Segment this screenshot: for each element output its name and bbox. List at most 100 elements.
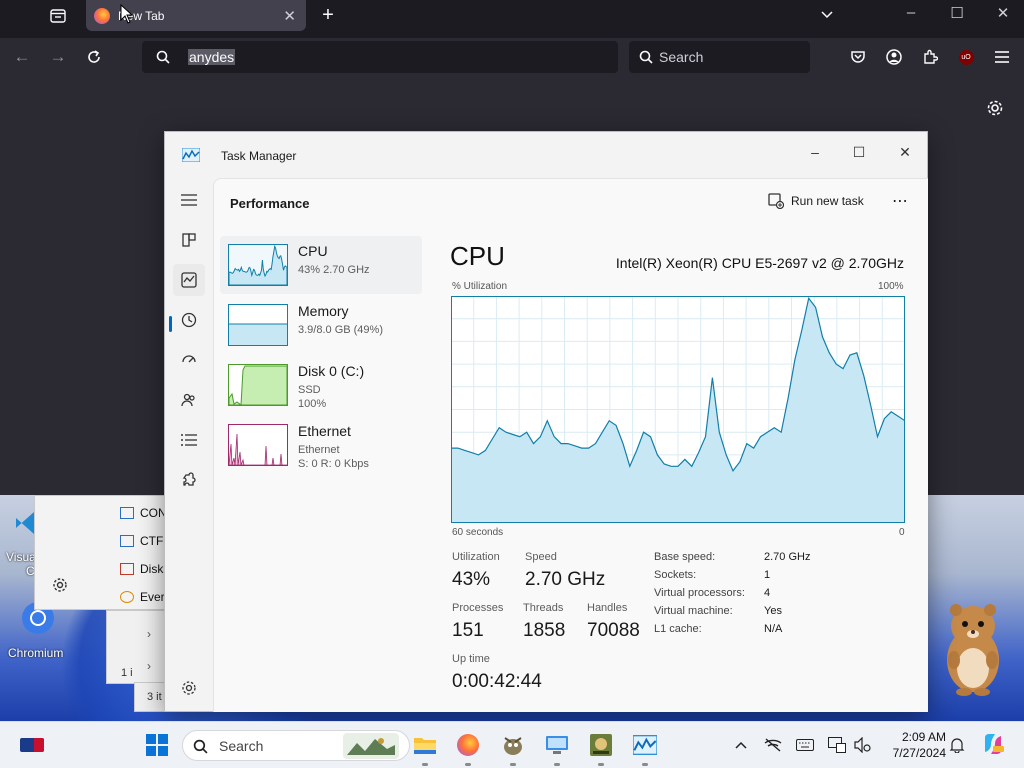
status-text: 3 it bbox=[147, 691, 162, 703]
chevron-right-icon[interactable]: › bbox=[147, 627, 151, 641]
chevron-right-icon[interactable]: › bbox=[147, 659, 151, 673]
new-tab-icon[interactable]: + bbox=[316, 4, 340, 26]
page-header: Performance Run new task ⋯ bbox=[214, 179, 928, 227]
explorer-item[interactable]: CON bbox=[120, 506, 167, 520]
extensions-icon[interactable] bbox=[918, 46, 942, 68]
address-bar-value[interactable]: anydes bbox=[188, 49, 236, 65]
close-window-icon[interactable]: ✕ bbox=[988, 4, 1018, 22]
account-icon[interactable] bbox=[882, 46, 906, 68]
settings-gear-icon[interactable] bbox=[983, 96, 1007, 120]
search-highlight-image bbox=[343, 733, 399, 759]
cpu-thumbnail-graph bbox=[228, 244, 288, 286]
selection-indicator bbox=[169, 316, 172, 332]
performance-page: Performance Run new task ⋯ CPU 43% 2.70 … bbox=[213, 178, 928, 712]
gimp-app-icon[interactable] bbox=[499, 731, 527, 766]
device-detail: 43% 2.70 GHz bbox=[298, 264, 370, 276]
handles-value: 70088 bbox=[587, 620, 640, 641]
more-options-icon[interactable]: ⋯ bbox=[892, 191, 909, 211]
disk-icon bbox=[120, 563, 134, 575]
device-disk[interactable]: Disk 0 (C:) SSD 100% bbox=[220, 356, 422, 414]
screen-share-icon[interactable] bbox=[826, 735, 848, 755]
navigation-sidebar bbox=[165, 178, 213, 712]
game-app-icon[interactable] bbox=[587, 731, 615, 766]
web-search-bar[interactable]: Search bbox=[629, 41, 810, 73]
back-icon[interactable]: ← bbox=[10, 46, 34, 68]
explorer-item[interactable]: Disk bbox=[120, 562, 163, 576]
reload-icon[interactable] bbox=[82, 46, 106, 68]
spec-value: Yes bbox=[764, 605, 782, 617]
spec-value: N/A bbox=[764, 623, 783, 635]
search-icon bbox=[120, 591, 134, 603]
page-title: Performance bbox=[230, 196, 310, 211]
minimize-icon[interactable]: – bbox=[795, 138, 835, 166]
device-detail: 3.9/8.0 GB (49%) bbox=[298, 324, 383, 336]
search-icon bbox=[156, 50, 170, 64]
start-windows-icon[interactable] bbox=[143, 731, 171, 759]
mlb-widget-icon[interactable] bbox=[18, 731, 46, 759]
device-memory[interactable]: Memory 3.9/8.0 GB (49%) bbox=[220, 296, 422, 354]
device-ethernet[interactable]: Ethernet Ethernet S: 0 R: 0 Kbps bbox=[220, 416, 422, 474]
tab-new-tab[interactable]: New Tab ✕ bbox=[86, 0, 306, 31]
uptime-label: Up time bbox=[452, 653, 490, 665]
settings-gear-icon[interactable] bbox=[49, 574, 71, 596]
settings-gear-icon[interactable] bbox=[173, 672, 205, 704]
show-hidden-icons-chevron-icon[interactable] bbox=[730, 735, 752, 755]
maximize-icon[interactable]: ☐ bbox=[839, 138, 879, 166]
pocket-icon[interactable] bbox=[846, 46, 870, 68]
network-disconnected-icon[interactable] bbox=[762, 735, 784, 755]
search-icon bbox=[193, 739, 208, 754]
app-menu-icon[interactable] bbox=[990, 46, 1014, 68]
device-detail: Ethernet bbox=[298, 444, 340, 456]
firefox-icon[interactable] bbox=[454, 731, 482, 766]
copilot-icon[interactable] bbox=[980, 731, 1006, 757]
app-history-icon[interactable] bbox=[173, 304, 205, 336]
startup-apps-icon[interactable] bbox=[173, 344, 205, 376]
search-placeholder: Search bbox=[659, 49, 704, 65]
maximize-window-icon[interactable]: ☐ bbox=[942, 4, 972, 22]
ethernet-thumbnail-graph bbox=[228, 424, 288, 466]
threads-label: Threads bbox=[523, 602, 564, 614]
close-tab-icon[interactable]: ✕ bbox=[283, 7, 296, 25]
window-title: Task Manager bbox=[221, 149, 297, 163]
services-icon[interactable] bbox=[173, 464, 205, 496]
notification-bell-icon[interactable] bbox=[946, 735, 968, 755]
device-name: Ethernet bbox=[298, 423, 351, 439]
run-new-task-button[interactable]: Run new task bbox=[768, 193, 864, 209]
spec-value: 1 bbox=[764, 569, 771, 581]
device-cpu[interactable]: CPU 43% 2.70 GHz bbox=[220, 236, 422, 294]
address-bar[interactable]: anydes bbox=[142, 41, 618, 73]
firefox-view-icon[interactable] bbox=[46, 5, 70, 27]
explorer-item[interactable]: Ever bbox=[120, 590, 165, 604]
hamburger-menu-icon[interactable] bbox=[173, 184, 205, 216]
ublock-origin-icon[interactable]: uO bbox=[954, 46, 978, 68]
performance-icon[interactable] bbox=[173, 264, 205, 296]
task-manager-taskbar-icon[interactable] bbox=[631, 731, 659, 766]
run-new-task-label: Run new task bbox=[791, 194, 864, 208]
minimize-window-icon[interactable]: – bbox=[896, 4, 926, 21]
y-axis-max-label: 100% bbox=[878, 281, 904, 292]
system-clock[interactable]: 2:09 AM 7/27/2024 bbox=[880, 729, 946, 761]
keyboard-icon[interactable] bbox=[794, 735, 816, 755]
list-all-tabs-icon[interactable] bbox=[815, 4, 839, 26]
spec-value: 2.70 GHz bbox=[764, 551, 811, 563]
file-explorer-icon[interactable] bbox=[411, 731, 439, 766]
device-name: Disk 0 (C:) bbox=[298, 363, 365, 379]
file-icon bbox=[120, 535, 134, 547]
clock-date: 7/27/2024 bbox=[892, 746, 946, 760]
explorer-item[interactable]: CTF bbox=[120, 534, 163, 548]
taskbar-search-box[interactable]: Search bbox=[182, 730, 410, 761]
close-icon[interactable]: ✕ bbox=[885, 138, 925, 166]
forward-icon[interactable]: → bbox=[46, 46, 70, 68]
uptime-value: 0:00:42:44 bbox=[452, 671, 542, 692]
cpu-model: Intel(R) Xeon(R) CPU E5-2697 v2 @ 2.70GH… bbox=[615, 255, 904, 271]
speaker-settings-icon[interactable] bbox=[852, 735, 874, 755]
explorer-item-label: Ever bbox=[140, 590, 165, 604]
users-icon[interactable] bbox=[173, 384, 205, 416]
processes-icon[interactable] bbox=[173, 224, 205, 256]
remote-desktop-icon[interactable] bbox=[543, 731, 571, 766]
device-detail: S: 0 R: 0 Kbps bbox=[298, 458, 369, 470]
spec-label: Base speed: bbox=[654, 551, 716, 563]
details-icon[interactable] bbox=[173, 424, 205, 456]
y-axis-label: % Utilization bbox=[452, 281, 508, 292]
utilization-value: 43% bbox=[452, 569, 491, 590]
